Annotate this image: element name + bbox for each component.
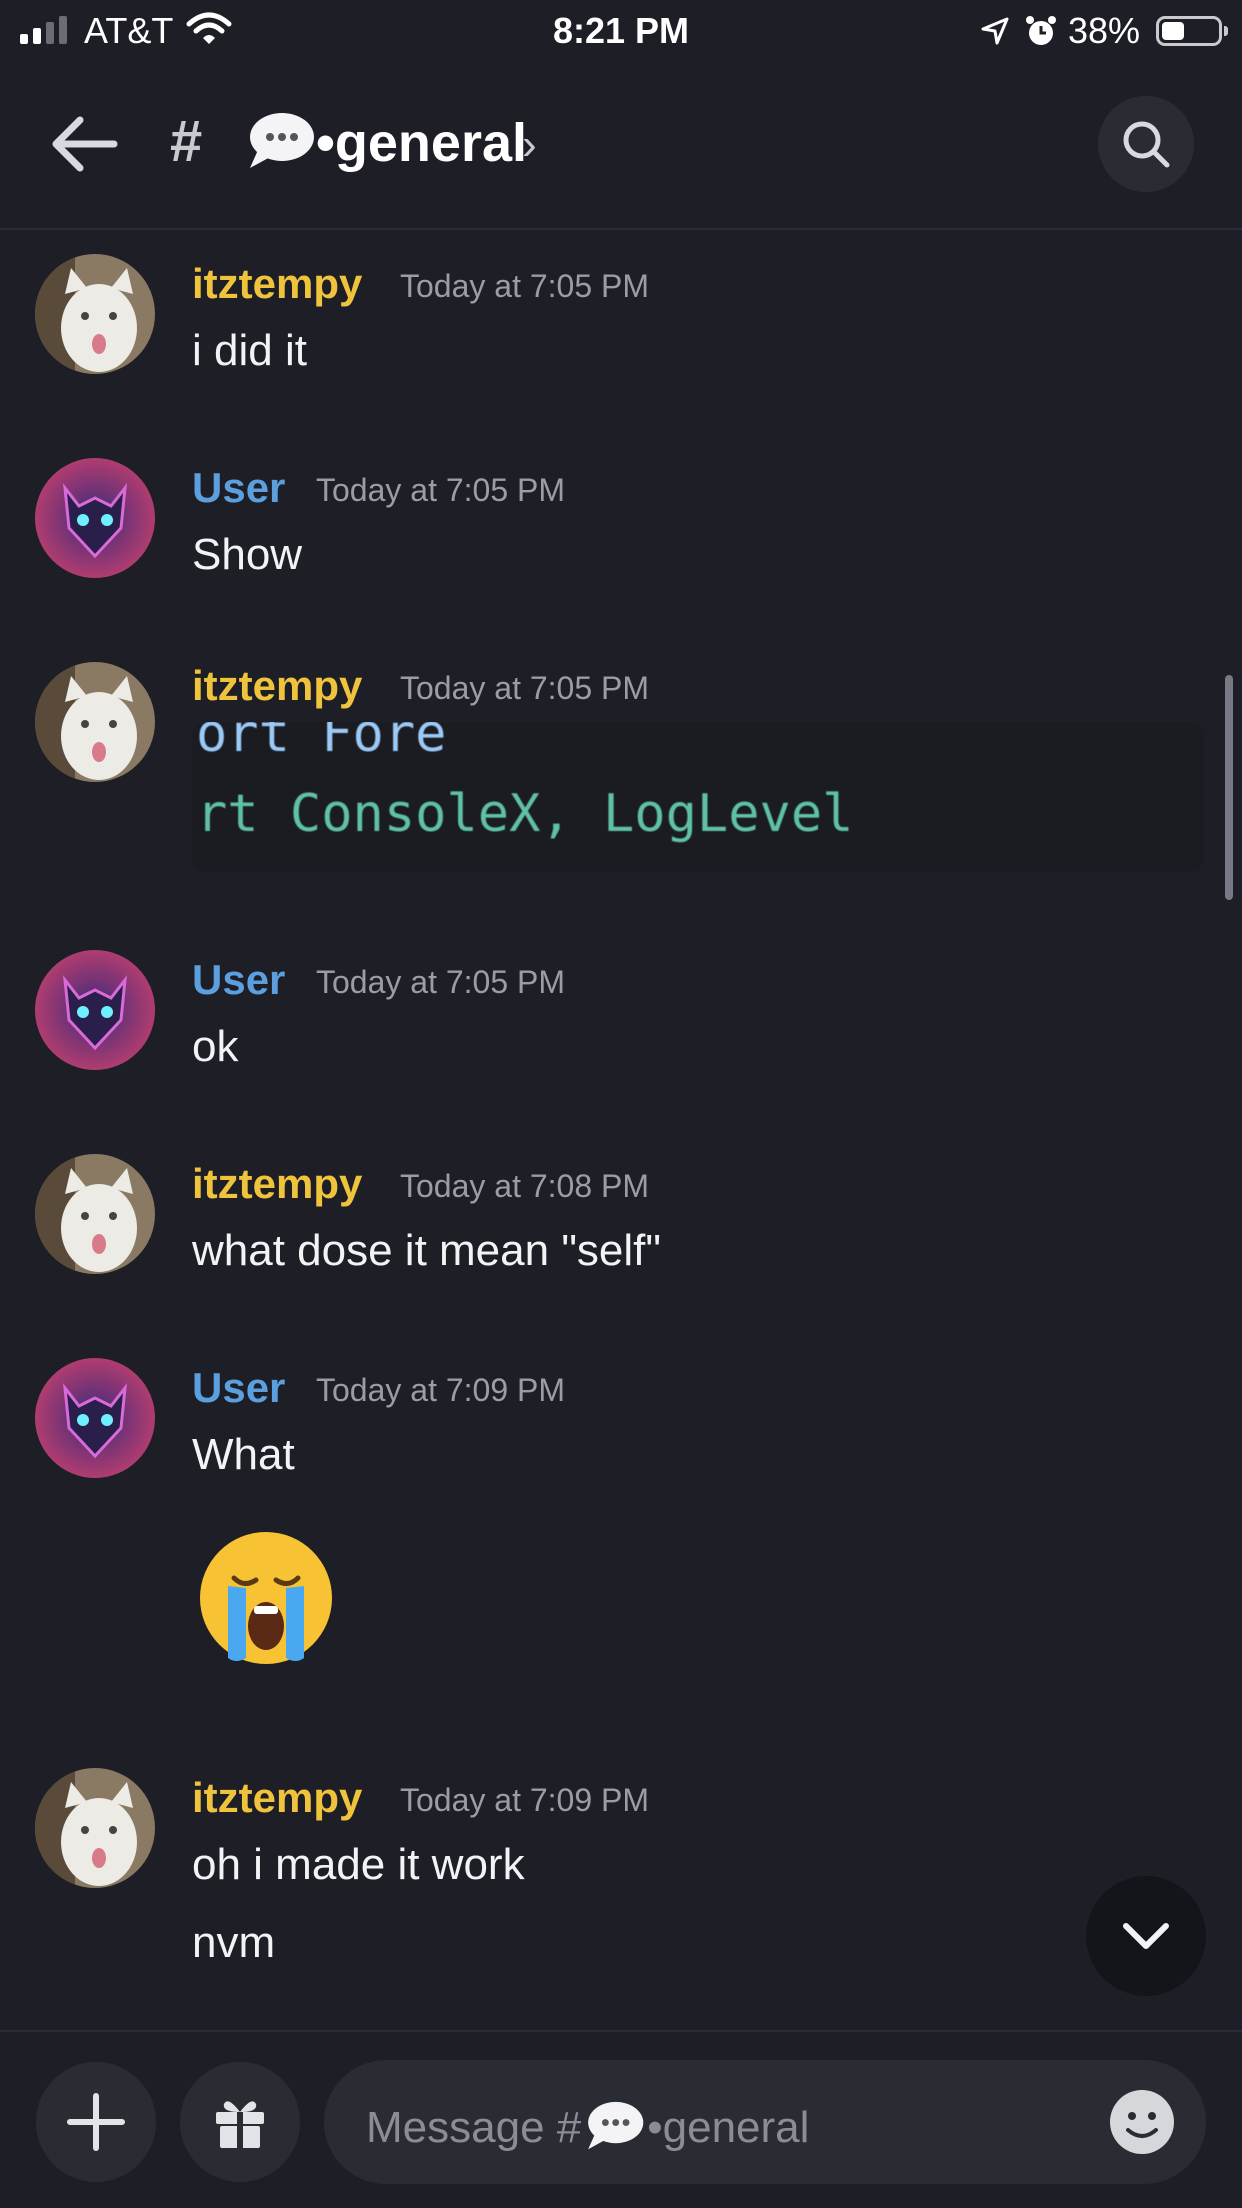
message-timestamp: Today at 7:05 PM	[400, 268, 650, 304]
message-timestamp: Today at 7:08 PM	[400, 1168, 650, 1204]
message-timestamp: Today at 7:09 PM	[316, 1372, 566, 1408]
message-timestamp: Today at 7:05 PM	[316, 472, 566, 508]
message-text: what dose it mean "self"	[192, 1226, 662, 1275]
back-arrow-icon[interactable]	[50, 114, 120, 174]
battery-percentage: 38%	[1068, 10, 1141, 51]
message-text: Show	[192, 530, 303, 579]
plus-icon	[67, 2093, 125, 2151]
message-timestamp: Today at 7:09 PM	[400, 1782, 650, 1818]
status-bar: AT&T 8:21 PM 38%	[0, 0, 1242, 62]
author-name[interactable]: User	[192, 464, 285, 512]
message-text: nvm	[192, 1918, 276, 1967]
code-line: rt ConsoleX, LogLevel	[196, 784, 854, 844]
cat-avatar[interactable]	[35, 1154, 155, 1274]
author-name[interactable]: User	[192, 956, 285, 1004]
gift-button[interactable]	[180, 2062, 300, 2182]
loudly-crying-face-emoji	[200, 1532, 332, 1664]
message-timestamp: Today at 7:05 PM	[400, 670, 650, 706]
author-name[interactable]: itztempy	[192, 1160, 362, 1208]
author-name[interactable]: itztempy	[192, 662, 362, 710]
speech-bubble-icon	[250, 113, 314, 168]
channel-hash-icon: #	[170, 109, 203, 174]
message-timestamp: Today at 7:05 PM	[316, 964, 566, 1000]
location-arrow-icon	[981, 17, 1009, 45]
battery-icon	[1156, 16, 1228, 46]
search-button[interactable]	[1098, 96, 1194, 192]
scrollbar[interactable]	[1225, 675, 1233, 900]
channel-header: # •general ›	[0, 62, 1242, 230]
message-text: i did it	[192, 326, 307, 375]
message-composer: Message # •general	[0, 2030, 1242, 2208]
alarm-clock-icon	[1026, 16, 1056, 45]
message-text: ok	[192, 1022, 239, 1071]
code-line: ort Fore	[196, 722, 447, 764]
add-attachment-button[interactable]	[36, 2062, 156, 2182]
message-text: oh i made it work	[192, 1840, 525, 1889]
wolf-avatar[interactable]	[35, 1358, 155, 1478]
chevron-right-icon[interactable]: ›	[522, 120, 537, 170]
cat-avatar[interactable]	[35, 254, 155, 374]
wolf-avatar[interactable]	[35, 458, 155, 578]
search-icon	[1123, 121, 1170, 168]
code-screenshot-attachment[interactable]: ort Fore rt ConsoleX, LogLevel	[192, 722, 1204, 872]
message-text: What	[192, 1430, 295, 1479]
author-name[interactable]: User	[192, 1364, 285, 1412]
message-input-placeholder: Message # •general	[366, 2098, 809, 2154]
cat-avatar[interactable]	[35, 662, 155, 782]
channel-name[interactable]: •general	[316, 112, 527, 174]
gift-icon	[216, 2101, 264, 2148]
speech-bubble-icon	[588, 2101, 644, 2150]
wolf-avatar[interactable]	[35, 950, 155, 1070]
message-input[interactable]: Message # •general	[324, 2060, 1206, 2184]
jump-to-latest-button[interactable]	[1086, 1876, 1206, 1996]
cat-avatar[interactable]	[35, 1768, 155, 1888]
author-name[interactable]: itztempy	[192, 260, 362, 308]
author-name[interactable]: itztempy	[192, 1774, 362, 1822]
emoji-picker-icon[interactable]	[1108, 2088, 1176, 2156]
chevron-down-icon	[1123, 1923, 1169, 1949]
